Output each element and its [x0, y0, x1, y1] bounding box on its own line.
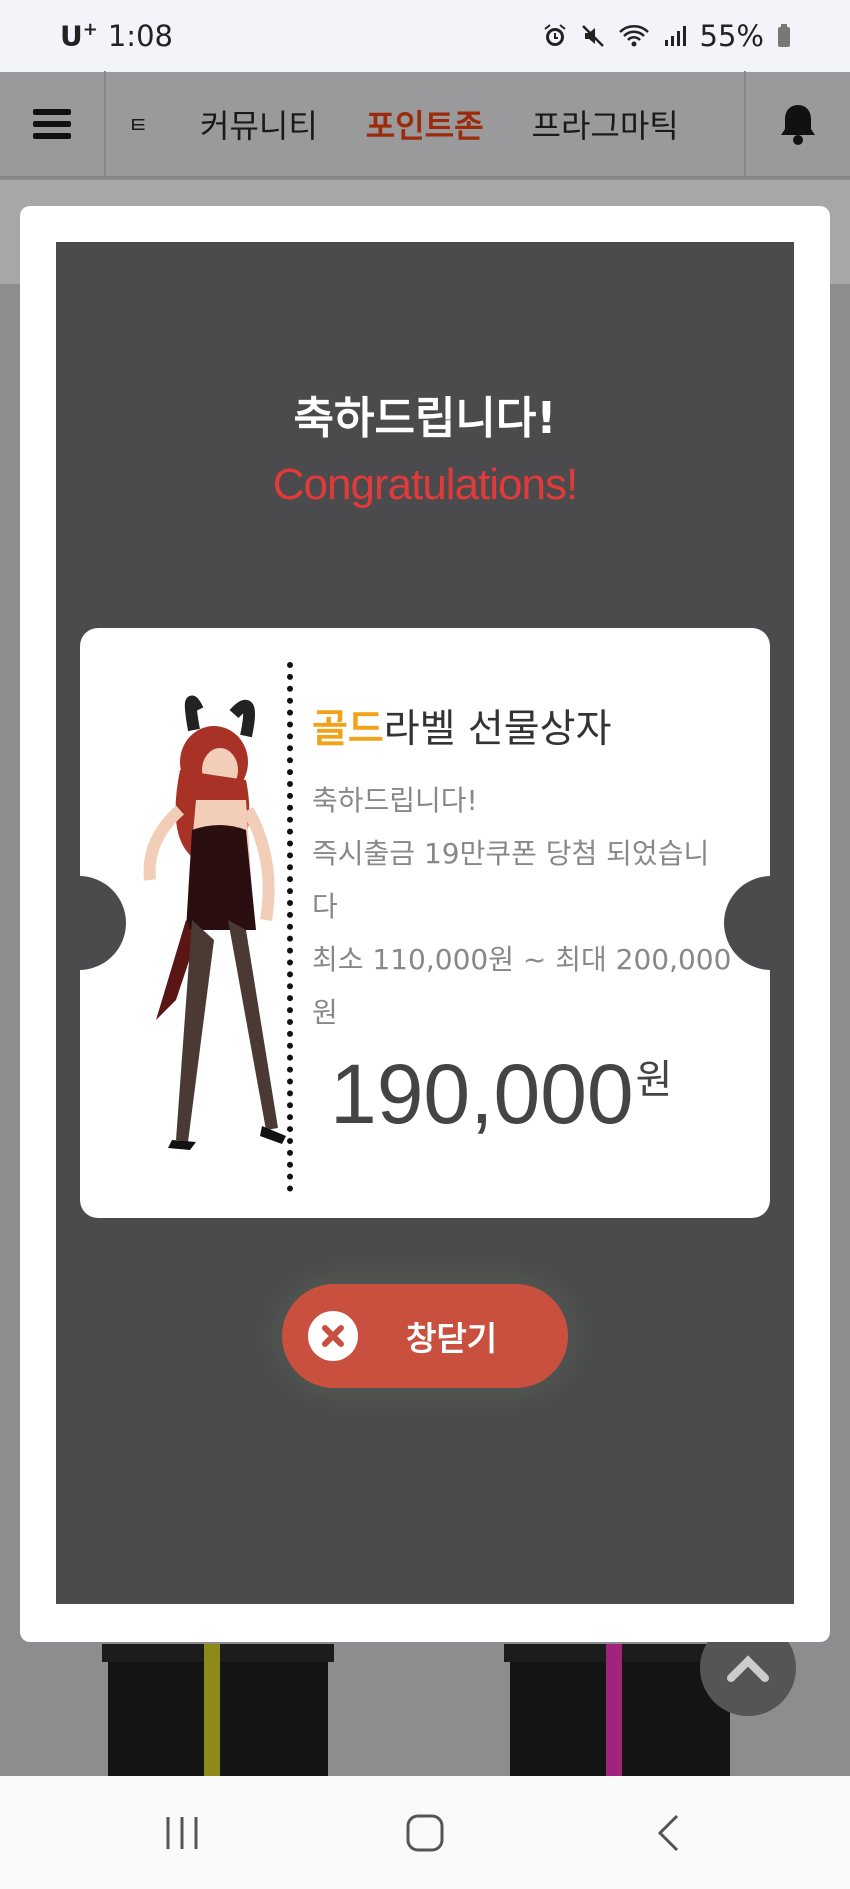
battery-icon — [778, 24, 790, 47]
wifi-icon — [618, 25, 649, 47]
notification-button[interactable] — [744, 71, 850, 177]
bunny-character-illustration — [143, 695, 286, 1150]
tab-partial[interactable]: ㅌ — [128, 108, 152, 140]
chevron-up-icon — [727, 1655, 769, 1682]
tab-pragmatic[interactable]: 프라그마틱 — [532, 101, 679, 147]
bell-icon — [781, 105, 815, 145]
description-line-1: 축하드립니다! — [312, 784, 478, 817]
modal-title-english: Congratulations! — [272, 460, 578, 509]
ticket-details: 골드라벨 선물상자 축하드립니다! 즉시출금 19만쿠폰 당첨 되었습니다 최소… — [312, 698, 732, 1039]
signal-icon — [664, 26, 686, 46]
back-button[interactable] — [628, 1803, 708, 1863]
prize-name: 골드라벨 선물상자 — [312, 707, 612, 752]
close-button-label: 창닫기 — [406, 1319, 498, 1358]
back-icon — [658, 1814, 679, 1851]
nav-tabs: ㅌ 커뮤니티 포인트존 프라그마틱 — [106, 101, 744, 147]
alarm-icon — [543, 24, 566, 46]
close-icon — [308, 1311, 358, 1361]
clock: 1:08 — [107, 19, 173, 53]
prize-amount: 190,000원 — [330, 1047, 673, 1141]
home-button[interactable] — [385, 1803, 465, 1863]
description-line-2: 즉시출금 19만쿠폰 당첨 되었습니다 — [312, 837, 710, 923]
hamburger-icon — [33, 109, 71, 139]
home-icon — [406, 1814, 444, 1851]
system-nav-bar — [0, 1776, 850, 1889]
description-line-3: 최소 110,000원 ~ 최대 200,000원 — [312, 943, 732, 1029]
hamburger-menu-button[interactable] — [0, 71, 106, 177]
recent-apps-icon — [166, 1816, 198, 1849]
tab-point-zone[interactable]: 포인트존 — [366, 101, 484, 147]
carrier-label: U+ — [60, 19, 98, 53]
modal-title-korean: 축하드립니다! — [293, 393, 557, 444]
prize-ticket: 골드라벨 선물상자 축하드립니다! 즉시출금 19만쿠폰 당첨 되었습니다 최소… — [80, 628, 770, 1218]
recent-apps-button[interactable] — [142, 1803, 222, 1863]
prize-modal-body: 축하드립니다! Congratulations! 골드라벨 선물상자 축하드립니… — [56, 242, 794, 1604]
prize-modal: 축하드립니다! Congratulations! 골드라벨 선물상자 축하드립니… — [20, 206, 830, 1642]
close-modal-button[interactable]: 창닫기 — [282, 1284, 568, 1388]
gift-box-pink — [504, 1644, 736, 1776]
app-header: ㅌ 커뮤니티 포인트존 프라그마틱 — [0, 71, 850, 178]
prize-description: 축하드립니다! 즉시출금 19만쿠폰 당첨 되었습니다 최소 110,000원 … — [312, 774, 732, 1039]
gift-box-gold — [102, 1644, 334, 1776]
tab-community[interactable]: 커뮤니티 — [200, 101, 318, 147]
mute-icon — [581, 25, 604, 47]
battery-percent: 55% — [699, 19, 764, 53]
status-bar: U+ 1:08 55% — [0, 0, 850, 72]
